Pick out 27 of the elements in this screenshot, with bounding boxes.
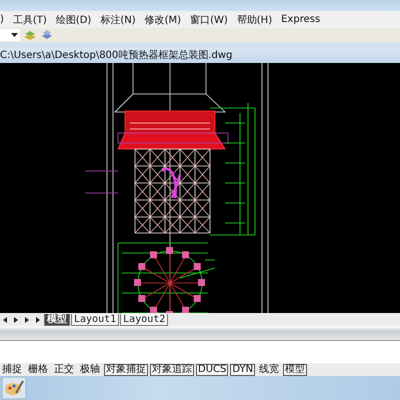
document-title: C:\Users\a\Desktop\800吨预热器框架总装图.dwg <box>0 48 400 63</box>
status-toggle[interactable]: 捕捉 <box>0 364 24 376</box>
menu-item[interactable]: ) <box>0 14 4 25</box>
layout-tab[interactable]: 模型 <box>44 314 70 326</box>
layout-tab[interactable]: Layout1 <box>71 314 120 326</box>
menu-item[interactable]: 标注(N) <box>100 12 136 26</box>
caret-icon <box>11 33 18 37</box>
status-toggle[interactable]: 模型 <box>283 364 308 376</box>
layout-tab[interactable]: Layout2 <box>120 314 168 326</box>
horizontal-scrollbar[interactable] <box>0 326 400 340</box>
status-toggle[interactable]: 栅格 <box>26 364 50 376</box>
menu-item[interactable]: 工具(T) <box>12 12 47 26</box>
status-toggle[interactable]: DUCS <box>196 364 228 376</box>
status-toggle[interactable]: DYN <box>230 364 256 376</box>
paint-palette-icon[interactable] <box>2 377 26 399</box>
status-toggle[interactable]: 极轴 <box>78 364 102 376</box>
menu-item[interactable]: 帮助(H) <box>236 12 272 26</box>
status-toggle[interactable]: 正交 <box>52 364 76 376</box>
menu-item[interactable]: 窗口(W) <box>190 12 228 26</box>
menu-item[interactable]: 绘图(D) <box>56 12 92 26</box>
stack-icon[interactable] <box>40 28 54 42</box>
menu-item[interactable]: 修改(M) <box>144 12 182 26</box>
layer-dropdown[interactable] <box>0 29 20 41</box>
menu-item[interactable]: Express <box>281 14 320 25</box>
status-toggle[interactable]: 线宽 <box>257 364 282 376</box>
status-toggle[interactable]: 对象追踪 <box>150 364 194 376</box>
status-toggle[interactable]: 对象捕捉 <box>104 364 148 376</box>
